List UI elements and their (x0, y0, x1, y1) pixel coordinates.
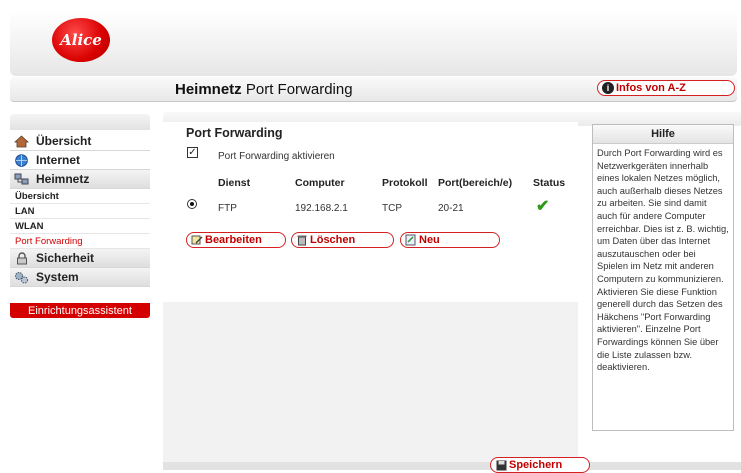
bearbeiten-label: Bearbeiten (205, 234, 262, 246)
cell-dienst: FTP (218, 203, 237, 214)
infos-a-z-button[interactable]: i Infos von A-Z (597, 80, 735, 96)
loeschen-button[interactable]: Löschen (291, 232, 394, 248)
gears-icon (14, 271, 29, 284)
sidebar-item-label: Heimnetz (36, 172, 90, 186)
sidebar-item-port-forwarding[interactable]: Port Forwarding (10, 234, 150, 249)
new-document-icon (405, 234, 417, 246)
bearbeiten-button[interactable]: Bearbeiten (186, 232, 286, 248)
sidebar-item-label: System (36, 270, 79, 284)
cell-protokoll: TCP (382, 203, 402, 214)
column-header-port: Port(bereich/e) (438, 177, 513, 189)
neu-label: Neu (419, 234, 440, 246)
einrichtungsassistent-button[interactable]: Einrichtungsassistent (10, 303, 150, 318)
cell-port: 20-21 (438, 203, 464, 214)
sidebar-item-system[interactable]: System (10, 268, 150, 287)
enable-port-forwarding-label: Port Forwarding aktivieren (218, 151, 335, 162)
column-header-dienst: Dienst (218, 177, 251, 189)
sidebar-header (10, 114, 150, 130)
page-title-section: Heimnetz (175, 81, 242, 98)
help-text: Durch Port Forwarding wird es Netzwerkge… (597, 148, 729, 373)
enable-port-forwarding-checkbox[interactable]: ✓ (187, 147, 198, 158)
row-select-radio[interactable] (187, 199, 197, 209)
help-panel: Hilfe Durch Port Forwarding wird es Netz… (592, 124, 734, 431)
help-title: Hilfe (593, 125, 733, 144)
lock-icon (14, 251, 29, 265)
sidebar-item-label: Port Forwarding (15, 235, 83, 247)
speichern-label: Speichern (509, 459, 563, 471)
neu-button[interactable]: Neu (400, 232, 500, 248)
sidebar-item-internet[interactable]: Internet (10, 151, 150, 170)
sidebar-item-label: WLAN (15, 220, 44, 232)
network-icon (14, 173, 29, 186)
sidebar-item-lan[interactable]: LAN (10, 204, 150, 219)
sidebar-item-label: Übersicht (15, 190, 59, 202)
infos-a-z-label: Infos von A-Z (616, 82, 686, 94)
info-icon: i (602, 82, 614, 94)
header-banner (10, 10, 737, 76)
alice-logo: Alice (52, 18, 110, 62)
sidebar-item-label: Internet (36, 153, 81, 167)
trash-icon (296, 234, 308, 246)
sidebar-item-uebersicht[interactable]: Übersicht (10, 132, 150, 151)
content-footer-area (163, 302, 578, 462)
globe-icon (14, 153, 29, 167)
page-title: Heimnetz Port Forwarding (175, 81, 353, 98)
loeschen-label: Löschen (310, 234, 356, 246)
column-header-status: Status (533, 177, 566, 189)
sidebar-item-label: LAN (15, 205, 35, 217)
sidebar-nav: Übersicht Internet Heimnetz Übersicht LA… (10, 132, 150, 287)
house-icon (14, 134, 29, 148)
sidebar-item-label: Sicherheit (36, 251, 95, 265)
speichern-button[interactable]: Speichern (490, 457, 590, 473)
status-ok-checkmark-icon: ✔ (536, 198, 550, 215)
sidebar-item-heimnetz-uebersicht[interactable]: Übersicht (10, 189, 150, 204)
sidebar-item-label: Übersicht (36, 134, 92, 148)
column-header-computer: Computer (295, 177, 345, 189)
column-header-protokoll: Protokoll (382, 177, 428, 189)
page-title-page: Port Forwarding (245, 81, 353, 98)
edit-icon (191, 234, 203, 246)
cell-computer: 192.168.2.1 (295, 203, 348, 214)
section-title: Port Forwarding (186, 126, 283, 140)
sidebar-item-sicherheit[interactable]: Sicherheit (10, 249, 150, 268)
save-disk-icon (495, 459, 507, 471)
sidebar-item-heimnetz[interactable]: Heimnetz (10, 170, 150, 189)
sidebar-item-wlan[interactable]: WLAN (10, 219, 150, 234)
bottom-bar (163, 462, 741, 470)
